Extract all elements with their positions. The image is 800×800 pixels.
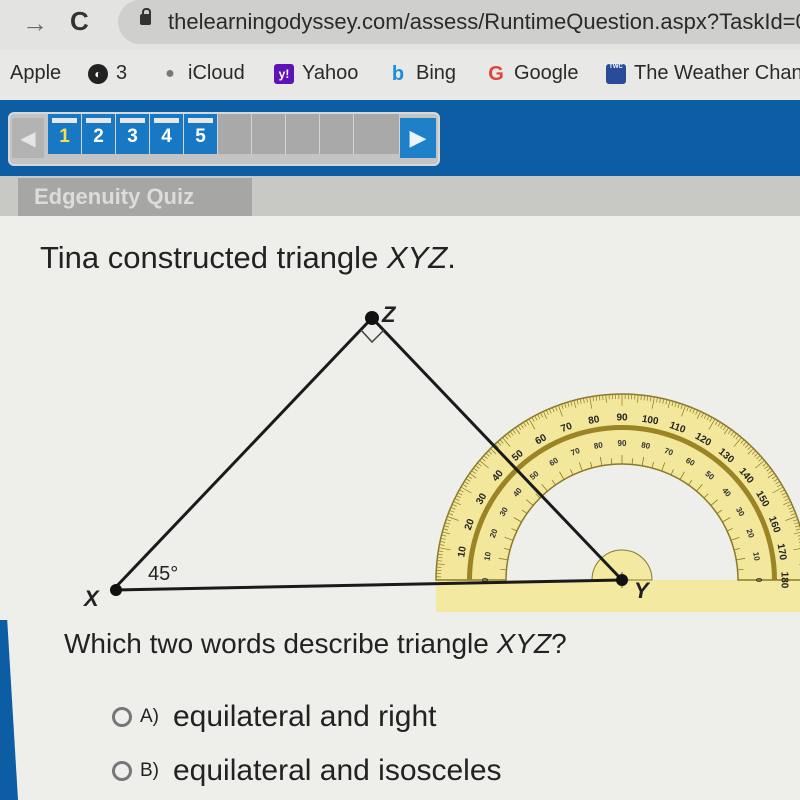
right-angle-mark [360, 329, 385, 344]
radio-b[interactable] [112, 761, 132, 781]
protractor-base [436, 580, 800, 612]
protractor-inner-tick [610, 458, 613, 465]
protractor-inner-label: 0 [754, 578, 763, 583]
vertex-x-dot [110, 584, 122, 596]
option-b[interactable]: B) equilateral and isosceles [112, 754, 502, 788]
protractor-outer-label: 90 [616, 413, 628, 424]
question-end: ? [551, 628, 567, 659]
side-xz [111, 316, 374, 592]
vertex-y-label: Y [634, 578, 651, 603]
option-letter: A) [140, 706, 159, 727]
protractor-inner-tick [631, 458, 634, 465]
radio-a[interactable] [112, 707, 132, 727]
option-letter: B) [140, 760, 159, 781]
option-text: equilateral and right [173, 700, 437, 733]
vertex-z-label: Z [381, 302, 397, 327]
protractor-inner-tick [500, 568, 507, 571]
option-a[interactable]: A) equilateral and right [112, 700, 437, 734]
question-triangle-name: XYZ [496, 628, 552, 659]
vertex-x-label: X [82, 586, 100, 611]
vertex-z-dot [365, 311, 379, 325]
question-text: Which two words describe triangle XYZ? [64, 628, 567, 660]
triangle-figure: 1020304050607080 90 100 1101201301401501601… [82, 302, 800, 612]
angle-x-label: 45° [148, 563, 178, 585]
protractor-outer-label: 180 [778, 572, 789, 589]
vertex-y-dot [616, 574, 628, 586]
question-text-main: Which two words describe triangle [64, 628, 497, 659]
protractor-inner-label: 90 [618, 439, 627, 448]
protractor-inner-tick [737, 568, 744, 571]
option-text: equilateral and isosceles [173, 754, 502, 787]
